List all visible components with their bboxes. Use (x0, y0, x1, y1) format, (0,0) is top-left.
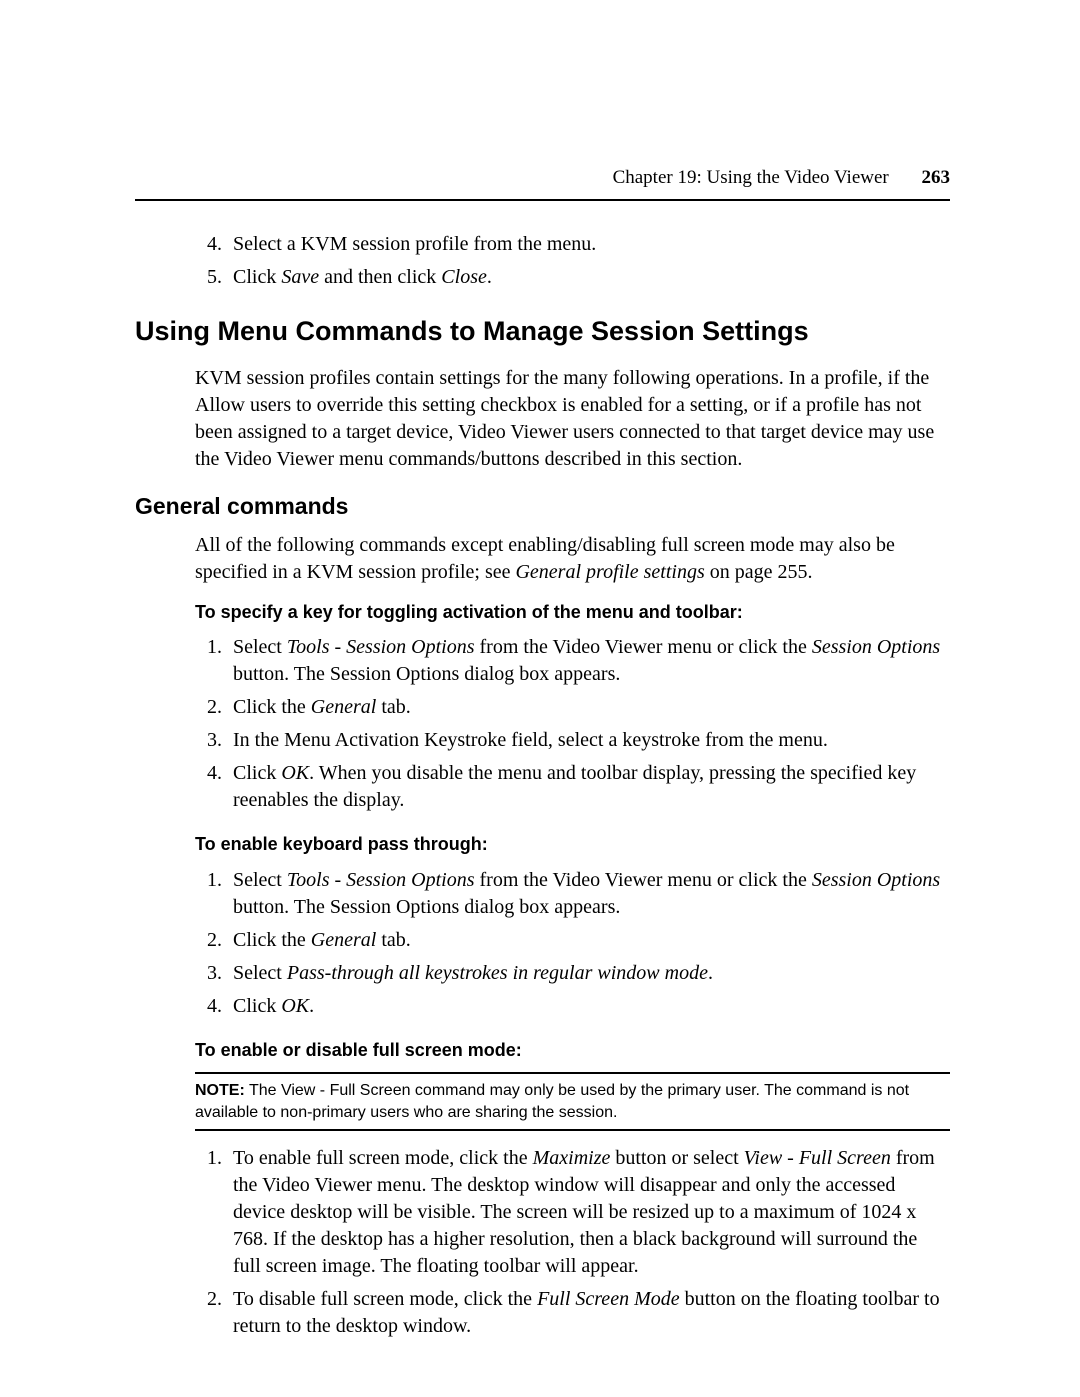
text: Click the (233, 929, 311, 951)
list-item: To enable full screen mode, click the Ma… (227, 1145, 950, 1280)
list-item: In the Menu Activation Keystroke field, … (227, 727, 950, 754)
list-item: Select Tools - Session Options from the … (227, 867, 950, 921)
note-label: NOTE: (195, 1082, 245, 1099)
text: Select (233, 962, 287, 984)
text: Select (233, 869, 287, 891)
list-item: To disable full screen mode, click the F… (227, 1286, 950, 1340)
step-text: and then click (319, 266, 441, 288)
emphasis: Session Options (812, 869, 940, 891)
emphasis: Pass-through all keystrokes in regular w… (287, 962, 708, 984)
emphasis: General (311, 696, 377, 718)
subheading: To enable keyboard pass through: (195, 832, 950, 856)
running-header: Chapter 19: Using the Video Viewer 263 (135, 165, 950, 191)
emphasis: General (311, 929, 377, 951)
text: Click (233, 762, 281, 784)
page: Chapter 19: Using the Video Viewer 263 S… (0, 0, 1080, 1340)
text: tab. (376, 929, 410, 951)
note-box: NOTE: The View - Full Screen command may… (195, 1072, 950, 1131)
step-text: Select a KVM session profile from the me… (233, 233, 596, 255)
emphasis: OK (281, 762, 309, 784)
step-text: . (487, 266, 492, 288)
body-paragraph: KVM session profiles contain settings fo… (195, 365, 950, 473)
text: on page 255. (705, 561, 813, 583)
text: button. The Session Options dialog box a… (233, 896, 620, 918)
note-text: The View - Full Screen command may only … (195, 1082, 909, 1121)
body-paragraph: All of the following commands except ena… (195, 532, 950, 586)
ordered-list: Select Tools - Session Options from the … (135, 634, 950, 814)
text: To disable full screen mode, click the (233, 1288, 537, 1310)
page-number: 263 (922, 167, 951, 188)
chapter-label: Chapter 19: Using the Video Viewer (613, 167, 889, 188)
text: Click the (233, 696, 311, 718)
header-rule (135, 199, 950, 201)
ordered-list: Select Tools - Session Options from the … (135, 867, 950, 1020)
text: Select (233, 636, 287, 658)
list-item: Click the General tab. (227, 927, 950, 954)
text: . (309, 995, 314, 1017)
emphasis: Maximize (533, 1147, 611, 1169)
emphasis: Tools - Session Options (287, 869, 475, 891)
text: Click (233, 995, 281, 1017)
subheading: To enable or disable full screen mode: (195, 1038, 950, 1062)
intro-step-list: Select a KVM session profile from the me… (135, 231, 950, 291)
subheading: To specify a key for toggling activation… (195, 600, 950, 624)
heading-2: General commands (135, 491, 950, 522)
text: . When you disable the menu and toolbar … (233, 762, 916, 811)
text: tab. (376, 696, 410, 718)
emphasis: Tools - Session Options (287, 636, 475, 658)
emphasis: Session Options (812, 636, 940, 658)
text: button. The Session Options dialog box a… (233, 663, 620, 685)
list-item: Select Tools - Session Options from the … (227, 634, 950, 688)
text: button or select (610, 1147, 743, 1169)
ordered-list: To enable full screen mode, click the Ma… (135, 1145, 950, 1340)
emphasis: Save (281, 266, 319, 288)
list-item: Click the General tab. (227, 694, 950, 721)
text: In the Menu Activation Keystroke field, … (233, 729, 828, 751)
list-item: Select a KVM session profile from the me… (227, 231, 950, 258)
text: To enable full screen mode, click the (233, 1147, 533, 1169)
emphasis: OK (281, 995, 309, 1017)
list-item: Select Pass-through all keystrokes in re… (227, 960, 950, 987)
emphasis: View - Full Screen (744, 1147, 891, 1169)
list-item: Click OK. (227, 993, 950, 1020)
step-text: Click (233, 266, 281, 288)
heading-1: Using Menu Commands to Manage Session Se… (135, 313, 950, 349)
emphasis: Close (441, 266, 487, 288)
list-item: Click Save and then click Close. (227, 264, 950, 291)
text: from the Video Viewer menu or click the (475, 636, 812, 658)
emphasis: General profile settings (515, 561, 704, 583)
text: . (708, 962, 713, 984)
text: from the Video Viewer menu or click the (475, 869, 812, 891)
emphasis: Full Screen Mode (537, 1288, 680, 1310)
list-item: Click OK. When you disable the menu and … (227, 760, 950, 814)
